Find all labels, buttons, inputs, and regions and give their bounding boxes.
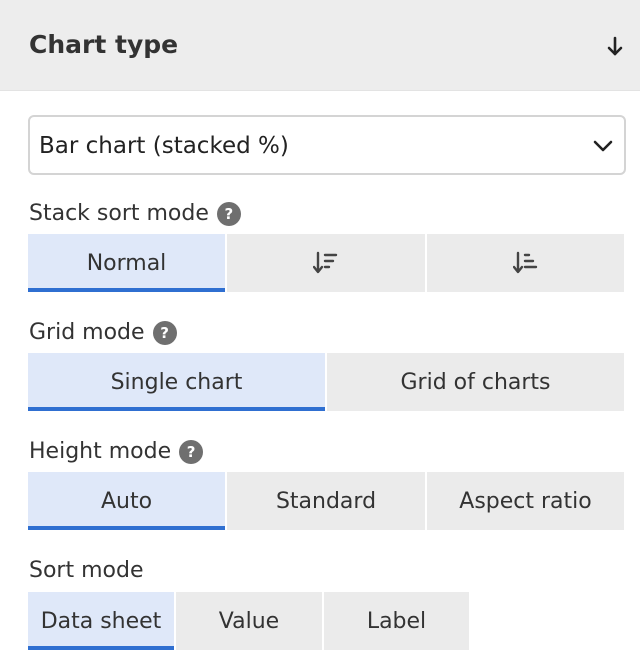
height-mode-standard-label: Standard	[275, 488, 377, 514]
chart-type-value: Bar chart (stacked %)	[39, 133, 289, 159]
height-mode-label: Height mode ?	[29, 439, 204, 464]
sort-mode-label-label: Label	[366, 608, 427, 634]
sort-mode-label-button[interactable]: Label	[324, 592, 469, 650]
sort-mode-data-sheet-label: Data sheet	[40, 608, 162, 634]
grid-mode-single-button[interactable]: Single chart	[28, 353, 325, 411]
stack-sort-ascending-button[interactable]	[427, 234, 624, 292]
help-icon[interactable]: ?	[179, 439, 204, 464]
arrow-down-icon[interactable]	[604, 34, 626, 60]
height-mode-aspect-ratio-label: Aspect ratio	[459, 488, 592, 514]
grid-mode-label: Grid mode ?	[29, 320, 177, 345]
height-mode-auto-button[interactable]: Auto	[28, 472, 225, 530]
grid-mode-label-text: Grid mode	[29, 320, 145, 345]
height-mode-aspect-ratio-button[interactable]: Aspect ratio	[427, 472, 624, 530]
sort-mode-value-label: Value	[218, 608, 280, 634]
height-mode-label-text: Height mode	[29, 439, 172, 464]
sort-descending-icon	[313, 251, 338, 274]
sort-mode-label: Sort mode	[29, 558, 143, 583]
grid-mode-grid-button[interactable]: Grid of charts	[327, 353, 624, 411]
stack-sort-normal-label: Normal	[86, 250, 167, 276]
sort-mode-data-sheet-button[interactable]: Data sheet	[28, 592, 174, 650]
help-icon[interactable]: ?	[216, 201, 241, 226]
stack-sort-normal-button[interactable]: Normal	[28, 234, 225, 292]
chevron-down-icon	[593, 140, 613, 152]
stack-sort-label: Stack sort mode ?	[29, 201, 241, 226]
stack-sort-descending-button[interactable]	[227, 234, 425, 292]
stack-sort-label-text: Stack sort mode	[29, 201, 209, 226]
sort-mode-label-text: Sort mode	[29, 558, 144, 583]
grid-mode-single-label: Single chart	[110, 369, 243, 395]
help-icon[interactable]: ?	[152, 320, 177, 345]
chart-type-select[interactable]: Bar chart (stacked %)	[28, 115, 626, 175]
grid-mode-grid-label: Grid of charts	[400, 369, 551, 395]
sort-mode-value-button[interactable]: Value	[176, 592, 322, 650]
height-mode-standard-button[interactable]: Standard	[227, 472, 425, 530]
height-mode-auto-label: Auto	[100, 488, 153, 514]
sort-ascending-icon	[512, 251, 537, 274]
section-title: Chart type	[29, 30, 179, 59]
section-header[interactable]: Chart type	[0, 0, 640, 91]
